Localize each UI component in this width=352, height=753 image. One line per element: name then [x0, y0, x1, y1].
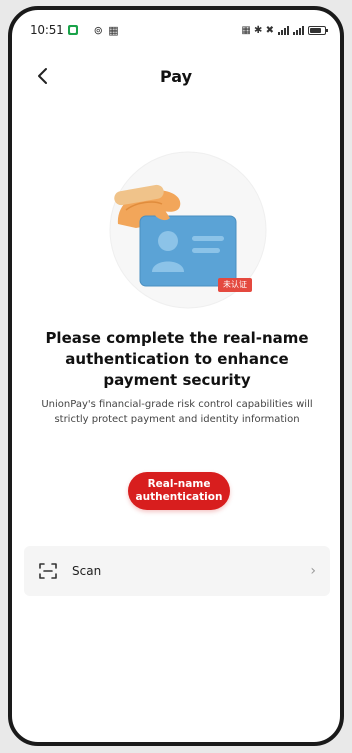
notification-icon — [67, 25, 78, 35]
scan-label: Scan — [72, 564, 102, 578]
status-extra-icons: ⊚ ▦ — [93, 23, 120, 37]
phone-frame: 10:51 ⊚ ▦ ▦ ✱ ✖ Pay 未认证 Please complete … — [8, 6, 344, 746]
scan-icon — [39, 563, 57, 579]
unverified-badge: 未认证 — [223, 280, 247, 289]
real-name-auth-button[interactable]: Real-name authentication — [128, 472, 230, 510]
chevron-left-icon — [38, 68, 47, 84]
scan-row[interactable]: Scan › — [24, 546, 330, 596]
signal-icon-2 — [293, 25, 304, 35]
status-time: 10:51 — [30, 23, 64, 37]
id-card-illustration: 未认证 — [96, 144, 276, 314]
page-title: Pay — [159, 66, 193, 86]
battery-icon — [308, 25, 328, 35]
status-right: ▦ ✱ ✖ — [241, 24, 328, 36]
auth-subtext: UnionPay's financial-grade risk control … — [41, 399, 313, 425]
chevron-right-icon: › — [310, 563, 316, 579]
status-misc-icons: ▦ ✱ ✖ — [241, 24, 274, 36]
status-bar: 10:51 ⊚ ▦ ▦ ✱ ✖ — [12, 10, 340, 50]
signal-icon — [278, 25, 289, 35]
status-left: 10:51 ⊚ ▦ — [30, 23, 120, 37]
back-button[interactable] — [30, 64, 54, 88]
auth-heading: Please complete the real-name authentica… — [45, 329, 309, 389]
header: Pay — [12, 56, 340, 96]
